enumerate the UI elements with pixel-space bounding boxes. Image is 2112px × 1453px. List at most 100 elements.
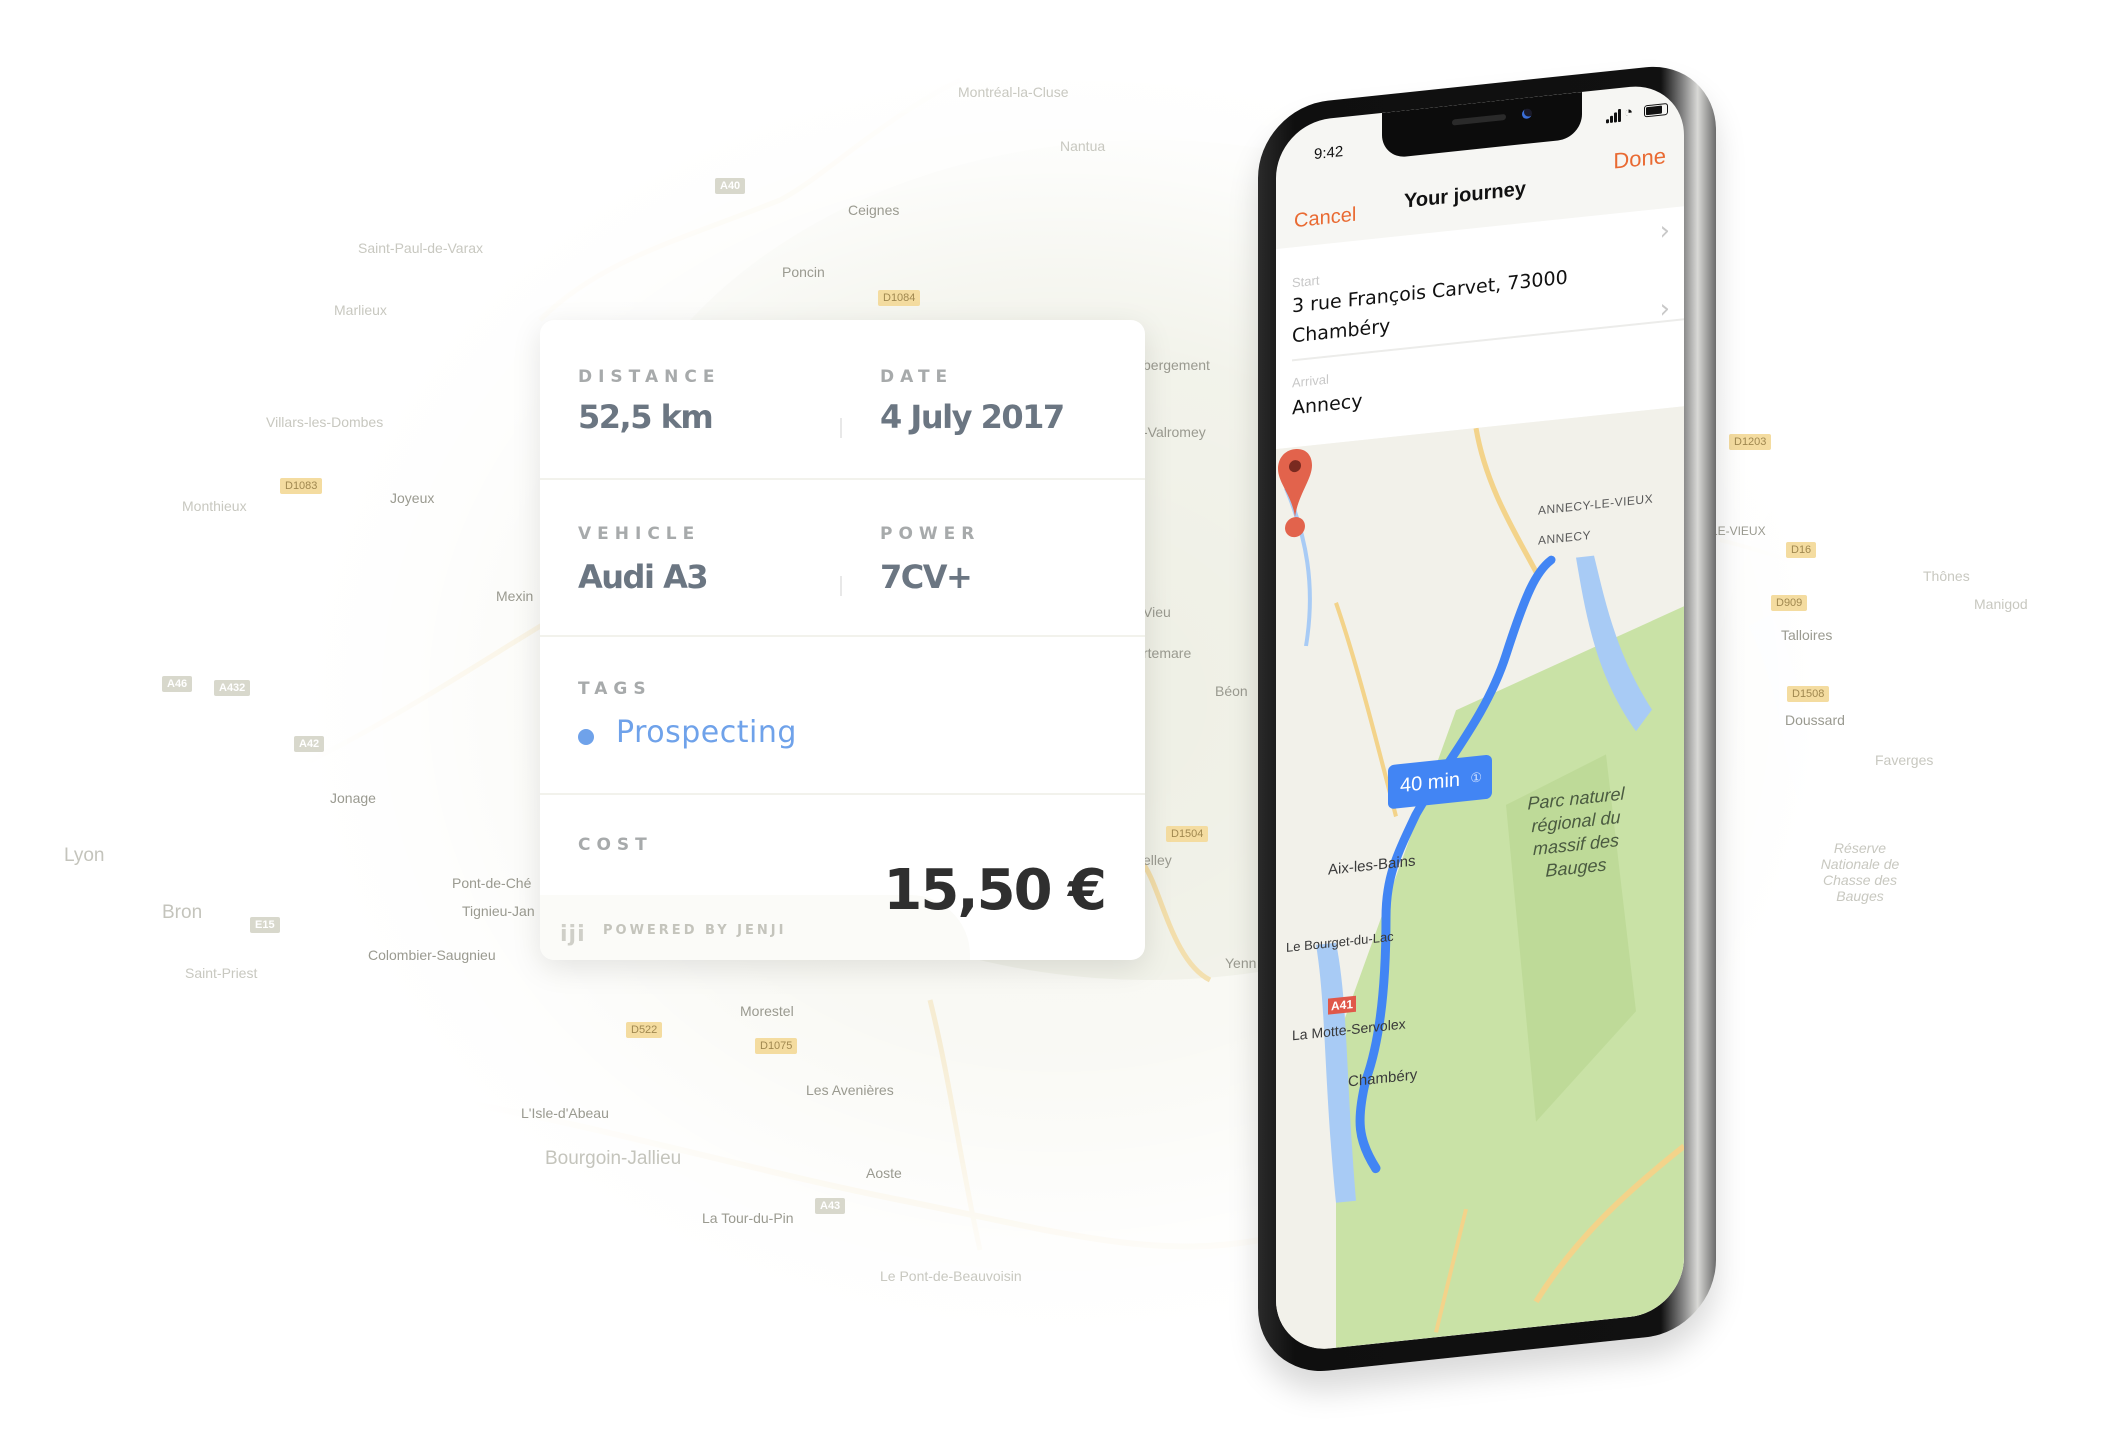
map-label: Talloires bbox=[1781, 627, 1833, 643]
map-label: Bourgoin-Jallieu bbox=[545, 1148, 682, 1169]
status-icons: ◔ bbox=[1606, 100, 1678, 124]
date-label: DATE bbox=[880, 367, 954, 387]
signal-icon bbox=[1614, 112, 1617, 123]
road-shield: D1508 bbox=[1787, 686, 1830, 702]
column-divider bbox=[840, 418, 842, 438]
powered-by-text: POWERED BY JENJI bbox=[603, 923, 787, 938]
arrival-label: Arrival bbox=[1292, 371, 1329, 391]
road-shield: D1504 bbox=[1166, 826, 1209, 842]
phone-device: 9:42 ◔ Cancel Your journey Done Start 3 … bbox=[1258, 0, 1718, 1383]
eta-text: 40 min bbox=[1400, 768, 1461, 798]
card-row-distance-date: DISTANCE 52,5 km DATE 4 July 2017 bbox=[540, 320, 1145, 480]
map-label: Yenn bbox=[1225, 955, 1257, 971]
map-label: Poncin bbox=[782, 264, 825, 280]
arrival-value: Annecy bbox=[1292, 390, 1363, 420]
map-label: elley bbox=[1143, 852, 1172, 868]
route-map[interactable]: ANNECY-LE-VIEUX ANNECY A41 40 min ① Aix-… bbox=[1276, 406, 1684, 1355]
done-button[interactable]: Done bbox=[1613, 143, 1666, 175]
map-label: bergement bbox=[1143, 357, 1210, 373]
map-label: Villars-les-Dombes bbox=[266, 414, 384, 430]
map-label: Les Avenières bbox=[806, 1082, 894, 1098]
map-label: Saint-Priest bbox=[185, 965, 258, 981]
wifi-icon: ◔ bbox=[1624, 103, 1634, 122]
signal-icon bbox=[1618, 108, 1621, 123]
destination-pin-icon[interactable] bbox=[1276, 445, 1314, 543]
road-shield: A43 bbox=[815, 1198, 846, 1214]
road-shield: A40 bbox=[715, 178, 746, 194]
road-shield: D1084 bbox=[878, 290, 921, 306]
tags-label: TAGS bbox=[578, 679, 652, 699]
cancel-button[interactable]: Cancel bbox=[1294, 204, 1356, 234]
column-divider bbox=[840, 576, 842, 596]
vehicle-value: Audi A3 bbox=[578, 558, 709, 596]
map-label: Ceignes bbox=[848, 202, 900, 218]
map-label: Mexin bbox=[496, 588, 534, 604]
screen-title: Your journey bbox=[1404, 177, 1526, 213]
road-shield: D1083 bbox=[280, 478, 323, 494]
phone-screen: 9:42 ◔ Cancel Your journey Done Start 3 … bbox=[1276, 81, 1684, 1355]
map-label: Thônes bbox=[1923, 568, 1970, 584]
signal-icon bbox=[1610, 115, 1613, 124]
map-label: Lyon bbox=[64, 845, 105, 866]
map-label: Vieu bbox=[1143, 604, 1171, 620]
map-label: Nantua bbox=[1060, 138, 1106, 154]
map-label: Bron bbox=[162, 902, 203, 923]
distance-value: 52,5 km bbox=[578, 398, 714, 436]
road-shield: A46 bbox=[162, 676, 193, 692]
map-label: Jonage bbox=[330, 790, 376, 806]
map-label: L'Isle-d'Abeau bbox=[521, 1105, 609, 1121]
map-label: Joyeux bbox=[390, 490, 435, 506]
start-label: Start bbox=[1292, 272, 1320, 291]
road-shield: D909 bbox=[1771, 595, 1808, 611]
front-camera bbox=[1522, 108, 1532, 120]
speaker-grille bbox=[1452, 113, 1506, 126]
power-value: 7CV+ bbox=[880, 558, 973, 596]
signal-icon bbox=[1606, 119, 1609, 124]
map-label: Le Pont-de-Beauvoisin bbox=[880, 1268, 1022, 1284]
card-row-tags: TAGS Prospecting bbox=[540, 635, 1145, 795]
map-label: Montréal-la-Cluse bbox=[958, 84, 1069, 100]
distance-label: DISTANCE bbox=[578, 367, 721, 387]
alternate-route-icon: ① bbox=[1470, 769, 1482, 786]
map-label: Morestel bbox=[740, 1003, 794, 1019]
map-label: Faverges bbox=[1875, 752, 1934, 768]
map-label: Tignieu-Jan bbox=[462, 903, 535, 919]
map-label: Marlieux bbox=[334, 302, 387, 318]
map-label: Pont-de-Ché bbox=[452, 875, 532, 891]
cost-label: COST bbox=[578, 835, 653, 855]
jenji-logo-icon: iji bbox=[560, 922, 586, 947]
road-shield: D16 bbox=[1786, 542, 1817, 558]
map-label: -Valromey bbox=[1143, 424, 1206, 440]
map-label: Béon bbox=[1215, 683, 1248, 699]
map-label: Monthieux bbox=[182, 498, 247, 514]
map-label: Manigod bbox=[1974, 596, 2028, 612]
tag-prospecting[interactable]: Prospecting bbox=[616, 715, 797, 750]
vehicle-label: VEHICLE bbox=[578, 524, 701, 544]
map-label: Réserve Nationale de Chasse des Bauges bbox=[1820, 840, 1900, 904]
road-shield: A432 bbox=[214, 680, 251, 696]
route-map-drawing bbox=[1284, 427, 1684, 1348]
road-badge-a41: A41 bbox=[1328, 995, 1357, 1015]
map-label: rtemare bbox=[1143, 645, 1192, 661]
power-label: POWER bbox=[880, 524, 981, 544]
map-label: La Tour-du-Pin bbox=[702, 1210, 794, 1226]
map-label: Saint-Paul-de-Varax bbox=[358, 240, 484, 256]
map-label: Aoste bbox=[866, 1165, 902, 1181]
chevron-right-icon[interactable]: › bbox=[1660, 216, 1670, 247]
map-label: Doussard bbox=[1785, 712, 1845, 728]
phone-mockup: 9:42 ◔ Cancel Your journey Done Start 3 … bbox=[1258, 48, 1738, 1393]
road-shield: A42 bbox=[294, 736, 325, 752]
date-value: 4 July 2017 bbox=[880, 398, 1065, 436]
card-row-vehicle-power: VEHICLE Audi A3 POWER 7CV+ bbox=[540, 478, 1145, 637]
map-label-park: Parc naturel régional du massif des Baug… bbox=[1527, 783, 1625, 881]
road-shield: D1075 bbox=[755, 1038, 798, 1054]
journey-summary-card: DISTANCE 52,5 km DATE 4 July 2017 VEHICL… bbox=[540, 320, 1145, 960]
status-time: 9:42 bbox=[1314, 143, 1344, 164]
tag-color-dot bbox=[578, 729, 594, 745]
road-shield: D522 bbox=[626, 1022, 663, 1038]
start-value: 3 rue François Carvet, 73000 Chambéry bbox=[1292, 266, 1568, 348]
cost-value: 15,50 € bbox=[883, 858, 1107, 923]
road-shield: E15 bbox=[250, 917, 280, 933]
battery-icon bbox=[1644, 102, 1668, 118]
chevron-right-icon[interactable]: › bbox=[1660, 294, 1670, 325]
